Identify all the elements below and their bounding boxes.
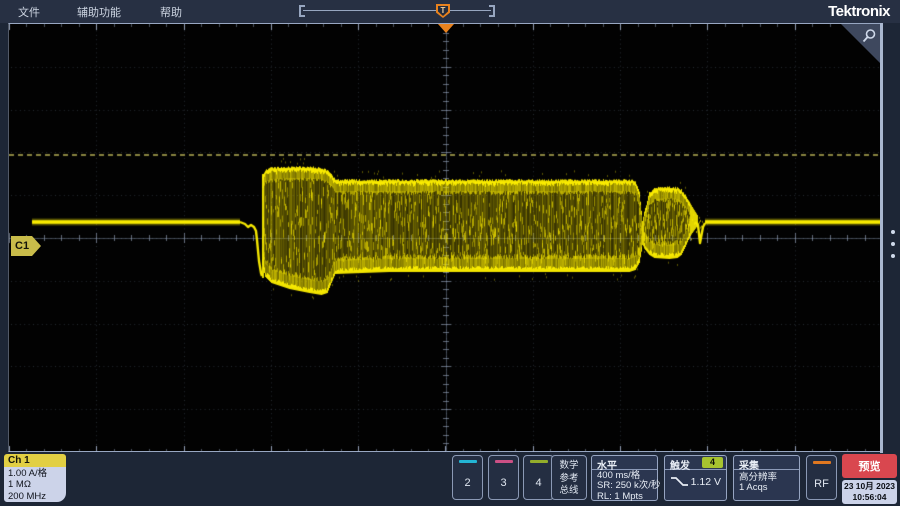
channel-1-title: Ch 1 (4, 454, 66, 467)
magnifier-icon[interactable] (860, 28, 877, 45)
rf-badge[interactable]: RF (806, 455, 837, 500)
trigger-pan-handle-label: T (438, 6, 448, 16)
bus-label: 总线 (552, 485, 586, 498)
trigger-source-badge: 4 (702, 457, 723, 468)
rf-label: RF (807, 478, 836, 490)
acquisition-panel[interactable]: 采集 高分辨率 1 Acqs (733, 455, 800, 501)
math-label: 数学 (552, 460, 586, 473)
menu-file[interactable]: 文件 (18, 4, 40, 20)
channel-2-badge[interactable]: 2 (452, 455, 483, 500)
pan-left-bracket-icon (299, 5, 304, 17)
tektronix-logo: Tektronix (828, 3, 890, 20)
time-text: 10:56:04 (842, 492, 897, 503)
channel-1-scale: 1.00 A/格 (8, 468, 66, 479)
trigger-position-icon[interactable] (438, 24, 454, 33)
menu-help[interactable]: 帮助 (160, 4, 182, 20)
trigger-pan-handle[interactable]: T (436, 4, 450, 18)
channel-2-label: 2 (453, 477, 482, 489)
results-drag-handle-icon[interactable] (886, 222, 900, 262)
acquisition-panel-title: 采集 (734, 456, 799, 470)
menu-bar: 文件 辅助功能 帮助 T Tektronix (0, 0, 900, 23)
math-ref-bus-badge[interactable]: 数学 参考 总线 (551, 455, 587, 500)
record-length: RL: 1 Mpts (597, 492, 652, 502)
channel-3-color-line (495, 460, 513, 463)
datetime-box[interactable]: 23 10月 2023 10:56:04 (842, 480, 897, 504)
date-text: 23 10月 2023 (842, 481, 897, 492)
menu-utility[interactable]: 辅助功能 (77, 4, 121, 20)
horizontal-panel[interactable]: 水平 400 ms/格 SR: 250 k次/秒 RL: 1 Mpts (591, 455, 658, 501)
falling-edge-icon (669, 475, 690, 488)
trigger-panel[interactable]: 触发 4 1.12 V (664, 455, 727, 501)
channel-1-impedance: 1 MΩ (8, 479, 66, 490)
trigger-panel-title: 触发 4 (665, 456, 726, 470)
channel-3-badge[interactable]: 3 (488, 455, 519, 500)
waveform-canvas[interactable] (9, 24, 882, 452)
results-bar-divider (880, 23, 883, 453)
trigger-title-text: 触发 (670, 461, 690, 472)
horizontal-pan-slider[interactable]: T (299, 3, 495, 19)
acquisition-count: 1 Acqs (739, 483, 794, 493)
channel-3-label: 3 (489, 477, 518, 489)
pan-track (303, 10, 491, 11)
channel-1-settings: 1.00 A/格 1 MΩ 200 MHz (4, 467, 66, 502)
channel-4-badge[interactable]: 4 (523, 455, 554, 500)
channel-4-color-line (530, 460, 548, 463)
channel-2-color-line (459, 460, 477, 463)
settings-bar: Ch 1 1.00 A/格 1 MΩ 200 MHz 2 3 4 数学 参考 总… (0, 453, 900, 506)
pan-right-bracket-icon (490, 5, 495, 17)
rf-color-line (813, 461, 831, 464)
channel-1-bandwidth: 200 MHz (8, 491, 66, 502)
preview-button[interactable]: 预览 (842, 454, 897, 478)
channel-4-label: 4 (524, 477, 553, 489)
trigger-level: 1.12 V (691, 476, 721, 488)
waveform-display[interactable]: C1 (8, 23, 881, 452)
channel-1-badge[interactable]: Ch 1 1.00 A/格 1 MΩ 200 MHz (4, 454, 66, 502)
ref-label: 参考 (552, 473, 586, 486)
horizontal-panel-title: 水平 (592, 456, 657, 470)
